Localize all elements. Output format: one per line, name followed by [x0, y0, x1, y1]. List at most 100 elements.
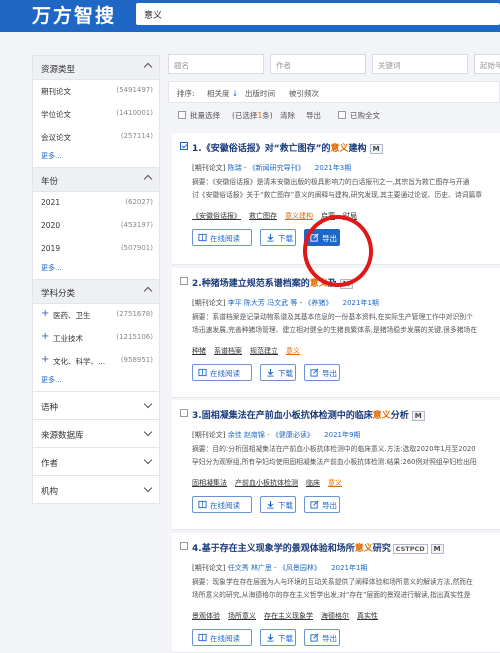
facet-language[interactable]: 语种: [32, 392, 160, 420]
keyword-link[interactable]: 救亡图存: [249, 212, 277, 220]
result-checkbox[interactable]: [180, 409, 188, 417]
title-highlight: 意义: [330, 144, 349, 154]
facet-item[interactable]: + 医药、卫生 (2751678): [33, 304, 159, 327]
author-link[interactable]: 冯文武: [267, 299, 288, 307]
result-title[interactable]: 4.基于存在主义现象学的景观体验和场所意义研究 CSTPCD M: [192, 541, 444, 554]
facet-institution[interactable]: 机构: [32, 476, 160, 504]
chevron-down-icon[interactable]: [143, 483, 153, 493]
abstract-line: 孕妇分为观察组,所有孕妇均使用固相凝集法产前血小板抗体检测.结果:260例对照组…: [192, 458, 477, 466]
facet-author[interactable]: 作者: [32, 448, 160, 476]
more-link[interactable]: 更多...: [33, 149, 159, 167]
keyword-link[interactable]: 临床: [306, 479, 320, 487]
sort-pubtime[interactable]: 出版时间: [245, 88, 275, 99]
search-input[interactable]: 意义: [136, 3, 500, 25]
issue-link[interactable]: 2021年3期: [315, 164, 351, 172]
result-checkbox[interactable]: [180, 142, 188, 150]
chevron-up-icon[interactable]: [143, 286, 153, 296]
doc-type: [期刊论文]: [192, 164, 226, 172]
keyword-link[interactable]: 固相凝集法: [192, 479, 227, 487]
batch-select-label[interactable]: 批量选择: [190, 110, 220, 121]
export-button[interactable]: 导出: [304, 364, 340, 381]
expand-plus-icon[interactable]: +: [41, 354, 49, 365]
read-online-button[interactable]: 在线阅读: [192, 629, 252, 646]
download-button[interactable]: 下载: [260, 364, 296, 381]
keyword-link[interactable]: 《安徽俗话报》: [192, 212, 241, 220]
facet-item[interactable]: 会议论文 (257114): [33, 126, 159, 149]
issue-link[interactable]: 2021年1期: [343, 299, 379, 307]
read-online-button[interactable]: 在线阅读: [192, 496, 252, 513]
more-link[interactable]: 更多...: [33, 373, 159, 391]
facet-item[interactable]: 学位论文 (1410001): [33, 103, 159, 126]
keyword-link[interactable]: 意义: [328, 479, 342, 487]
journal-link[interactable]: 《风景园林》: [279, 564, 321, 572]
facet-item[interactable]: + 工业技术 (1215106): [33, 327, 159, 350]
keyword-link[interactable]: 意义: [286, 347, 300, 355]
keyword-link[interactable]: 种猪: [192, 347, 206, 355]
expand-plus-icon[interactable]: +: [41, 331, 49, 342]
keyword-link[interactable]: 存在主义现象学: [264, 612, 313, 620]
author-link[interactable]: 赵南锦: [244, 431, 265, 439]
author-filter-input[interactable]: 作者: [270, 54, 366, 74]
download-button[interactable]: 下载: [260, 629, 296, 646]
facet-title: 来源数据库: [41, 431, 84, 441]
sort-cited[interactable]: 被引频次: [289, 88, 319, 99]
chevron-up-icon[interactable]: [143, 62, 153, 72]
chevron-down-icon[interactable]: [143, 427, 153, 437]
keyword-filter-input[interactable]: 关键词: [372, 54, 468, 74]
export-button[interactable]: 导出: [304, 496, 340, 513]
author-link[interactable]: 陈大芳: [244, 299, 265, 307]
keyword-link[interactable]: 意义建构: [285, 212, 313, 220]
expand-plus-icon[interactable]: +: [41, 308, 49, 319]
keyword-link[interactable]: 景观体验: [192, 612, 220, 620]
result-title[interactable]: 3.固相凝集法在产前血小板抗体检测中的临床意义分析 M: [192, 408, 425, 421]
keyword-link[interactable]: 真实性: [357, 612, 378, 620]
facet-header[interactable]: 年份: [33, 168, 159, 192]
facet-item[interactable]: 2019 (507901): [33, 238, 159, 261]
facet-header[interactable]: 学科分类: [33, 280, 159, 304]
clear-button[interactable]: 清除: [280, 110, 295, 121]
facet-header[interactable]: 资源类型: [33, 56, 159, 80]
read-online-button[interactable]: 在线阅读: [192, 364, 252, 381]
journal-link[interactable]: 《养猪》: [304, 299, 332, 307]
result-checkbox[interactable]: [180, 277, 188, 285]
keyword-link[interactable]: 规范建立: [250, 347, 278, 355]
keyword-link[interactable]: 场所意义: [228, 612, 256, 620]
sort-relevance[interactable]: 相关度 ↓: [207, 88, 238, 99]
chevron-down-icon[interactable]: [143, 455, 153, 465]
chevron-down-icon[interactable]: [143, 399, 153, 409]
facet-item[interactable]: 期刊论文 (5491497): [33, 80, 159, 103]
export-button[interactable]: 导出: [304, 629, 340, 646]
author-link[interactable]: 林广思: [251, 564, 272, 572]
wanfang-logo[interactable]: 万方智搜: [32, 1, 116, 28]
facet-item[interactable]: 2020 (453197): [33, 215, 159, 238]
journal-link[interactable]: 《新闻研究导刊》: [249, 164, 305, 172]
author-link[interactable]: 余佳: [228, 431, 242, 439]
more-link[interactable]: 更多...: [33, 261, 159, 279]
buy-checkbox[interactable]: [338, 111, 346, 119]
facet-title: 资源类型: [41, 65, 76, 75]
chevron-up-icon[interactable]: [143, 174, 153, 184]
facet-item[interactable]: 2021 (62027): [33, 192, 159, 215]
download-button[interactable]: 下载: [260, 229, 296, 246]
facet-source-db[interactable]: 来源数据库: [32, 420, 160, 448]
batch-export-button[interactable]: 导出: [306, 110, 321, 121]
title-filter-input[interactable]: 题名: [168, 54, 264, 74]
keyword-link[interactable]: 系谱档案: [214, 347, 242, 355]
read-online-button[interactable]: 在线阅读: [192, 229, 252, 246]
facet-item-count: (2751678): [116, 310, 153, 318]
facet-item[interactable]: + 文化、科学、... (958951): [33, 350, 159, 373]
issue-link[interactable]: 2021年1期: [331, 564, 367, 572]
result-title[interactable]: 1.《安徽俗话报》对“救亡图存”的意义建构 M: [192, 141, 383, 154]
keyword-link[interactable]: 海德格尔: [321, 612, 349, 620]
export-icon: [310, 633, 319, 642]
journal-link[interactable]: 《健康必读》: [272, 431, 314, 439]
download-button[interactable]: 下载: [260, 496, 296, 513]
author-link[interactable]: 李平: [228, 299, 242, 307]
issue-link[interactable]: 2021年9期: [324, 431, 360, 439]
author-link[interactable]: 任文秀: [228, 564, 249, 572]
batch-select-checkbox[interactable]: [178, 111, 186, 119]
start-year-input[interactable]: 起始年: [474, 54, 500, 74]
result-checkbox[interactable]: [180, 542, 188, 550]
keyword-link[interactable]: 产前血小板抗体检测: [235, 479, 298, 487]
author-link[interactable]: 陈瑞: [228, 164, 242, 172]
